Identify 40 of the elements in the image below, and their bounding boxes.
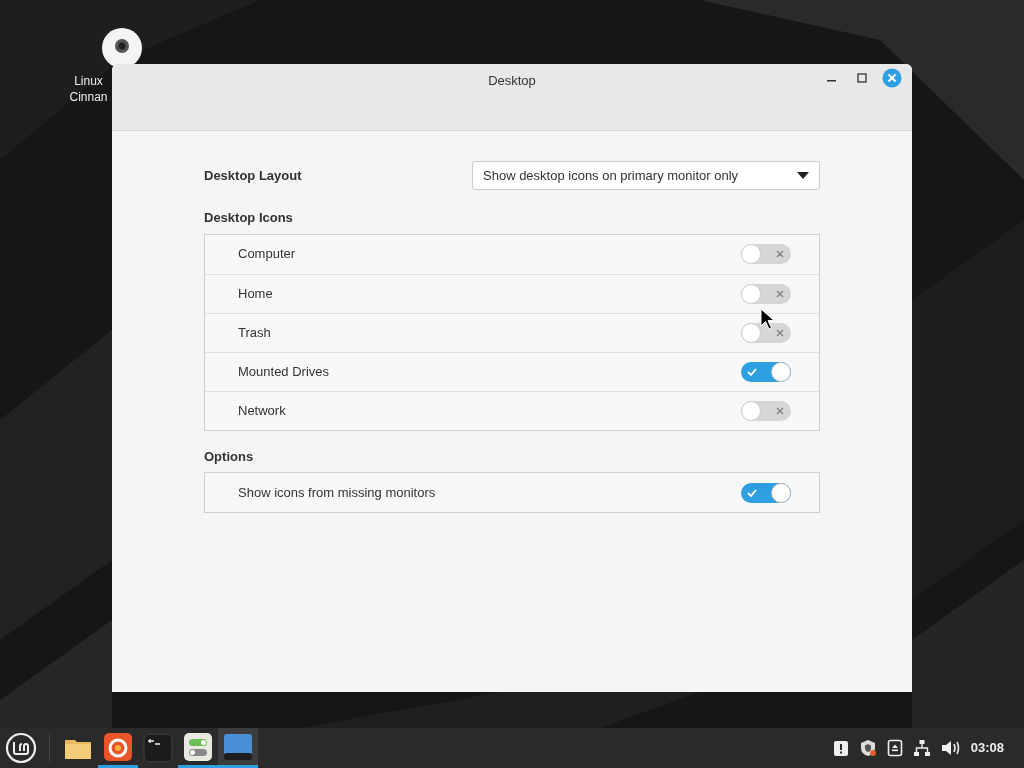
network-icon[interactable] [912,739,931,757]
caret-icon [797,171,809,180]
disc-icon[interactable] [102,28,142,68]
toggle-switch[interactable] [741,244,791,264]
terminal-icon [142,732,174,764]
check-icon [747,487,757,498]
setting-label: Home [238,284,273,303]
taskbar-button[interactable] [218,728,258,768]
check-icon [747,366,757,377]
notification-icon[interactable] [832,739,849,757]
browser-icon [102,730,134,763]
volume-icon[interactable] [940,739,961,757]
toggle-switch[interactable] [741,400,791,421]
icon-label: Cinnan [69,89,108,105]
section-heading: Desktop Icons [204,209,294,227]
setting-label: Show icons from missing monitors [238,483,436,502]
cursor-icon [760,308,776,330]
setting-label: Network [238,401,286,420]
setting-label: Mounted Drives [238,362,330,381]
cross-icon [776,289,784,298]
toggle-switch[interactable] [741,482,791,503]
toggles-icon [182,730,214,763]
toggle-switch[interactable] [741,283,791,304]
setting-label: Desktop Layout [204,166,302,185]
close-icon[interactable] [882,68,902,88]
cross-icon [776,328,784,337]
menu-icon[interactable] [5,732,37,764]
window-title: Desktop [487,72,537,90]
shield-icon[interactable] [858,739,877,757]
section-heading: Options [204,447,255,466]
dropdown-value: Show desktop icons on primary monitor only [483,166,739,185]
setting-label: Computer [238,245,296,264]
eject-icon[interactable] [886,739,903,757]
icon-label: Linux [74,73,103,89]
setting-label: Trash [238,323,271,342]
clock[interactable]: 03:08 [970,738,1004,758]
cross-icon [776,250,784,258]
layout-dropdown[interactable]: Show desktop icons on primary monitor only [472,161,820,190]
toggle-switch[interactable] [741,361,791,382]
cross-icon [776,406,784,415]
